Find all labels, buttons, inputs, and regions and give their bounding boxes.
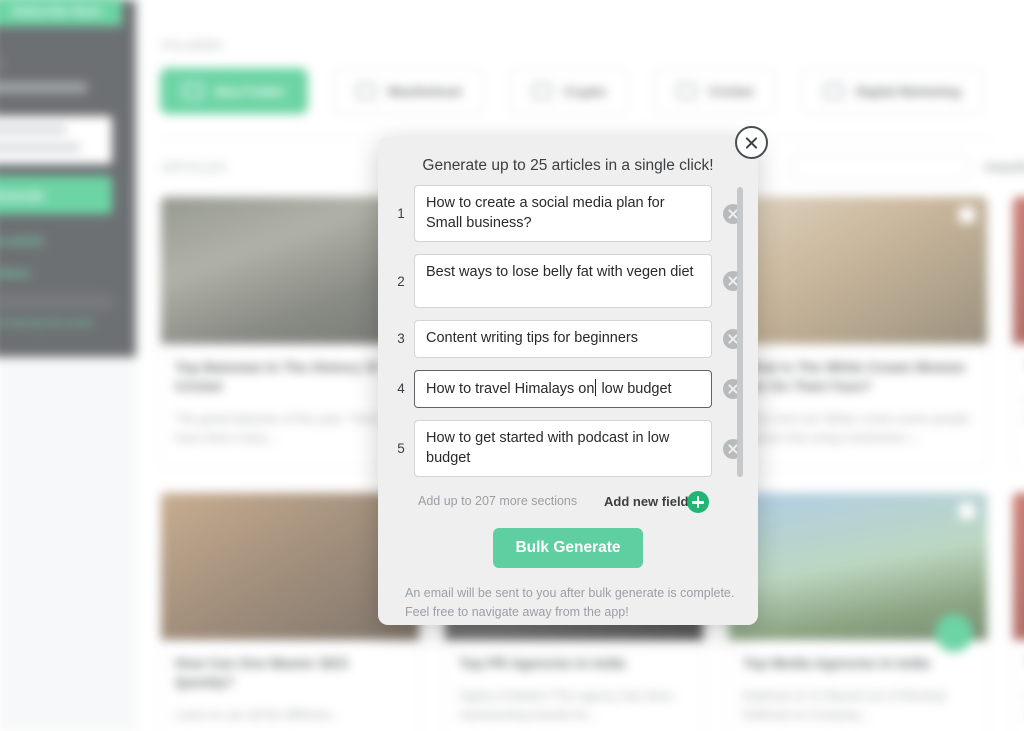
section-row: 3 Content writing tips for beginners (388, 320, 748, 358)
section-row: 1 How to create a social media plan for … (388, 185, 748, 243)
screen: Subscribe Now! Generate New article Sect… (0, 0, 1024, 731)
plus-icon[interactable] (687, 491, 709, 513)
section-input-2[interactable]: Best ways to lose belly fat with vegen d… (414, 254, 712, 309)
section-input-4[interactable]: How to travel Himalays on low budget (414, 369, 712, 409)
section-input-1[interactable]: How to create a social media plan for Sm… (414, 185, 712, 243)
section-index: 1 (397, 206, 405, 222)
modal-footnote: An email will be sent to you after bulk … (405, 586, 735, 619)
sections-scroll-area[interactable]: 1 How to create a social media plan for … (388, 185, 748, 480)
section-index: 3 (397, 331, 405, 347)
add-new-field-button[interactable]: Add new field (604, 494, 689, 509)
text-cursor (595, 378, 597, 396)
section-row: 2 Best ways to lose belly fat with vegen… (388, 254, 748, 309)
modal-title: Generate up to 25 articles in a single c… (422, 157, 714, 174)
section-row: 4 How to travel Himalays on low budget (388, 369, 748, 409)
section-index: 4 (397, 381, 405, 397)
section-row: 5 How to get started with podcast in low… (388, 420, 748, 478)
sections-scrollbar[interactable] (736, 187, 744, 482)
section-index: 5 (397, 441, 405, 457)
section-input-4-text: How to travel Himalays on low budget (426, 378, 672, 397)
section-input-3[interactable]: Content writing tips for beginners (414, 320, 712, 358)
remaining-sections-hint: Add up to 207 more sections (418, 494, 578, 508)
bulk-generate-button[interactable]: Bulk Generate (493, 528, 643, 568)
scrollbar-thumb[interactable] (737, 187, 743, 477)
section-input-5[interactable]: How to get started with podcast in low b… (414, 420, 712, 478)
close-icon[interactable] (735, 126, 768, 159)
section-index: 2 (397, 273, 405, 289)
